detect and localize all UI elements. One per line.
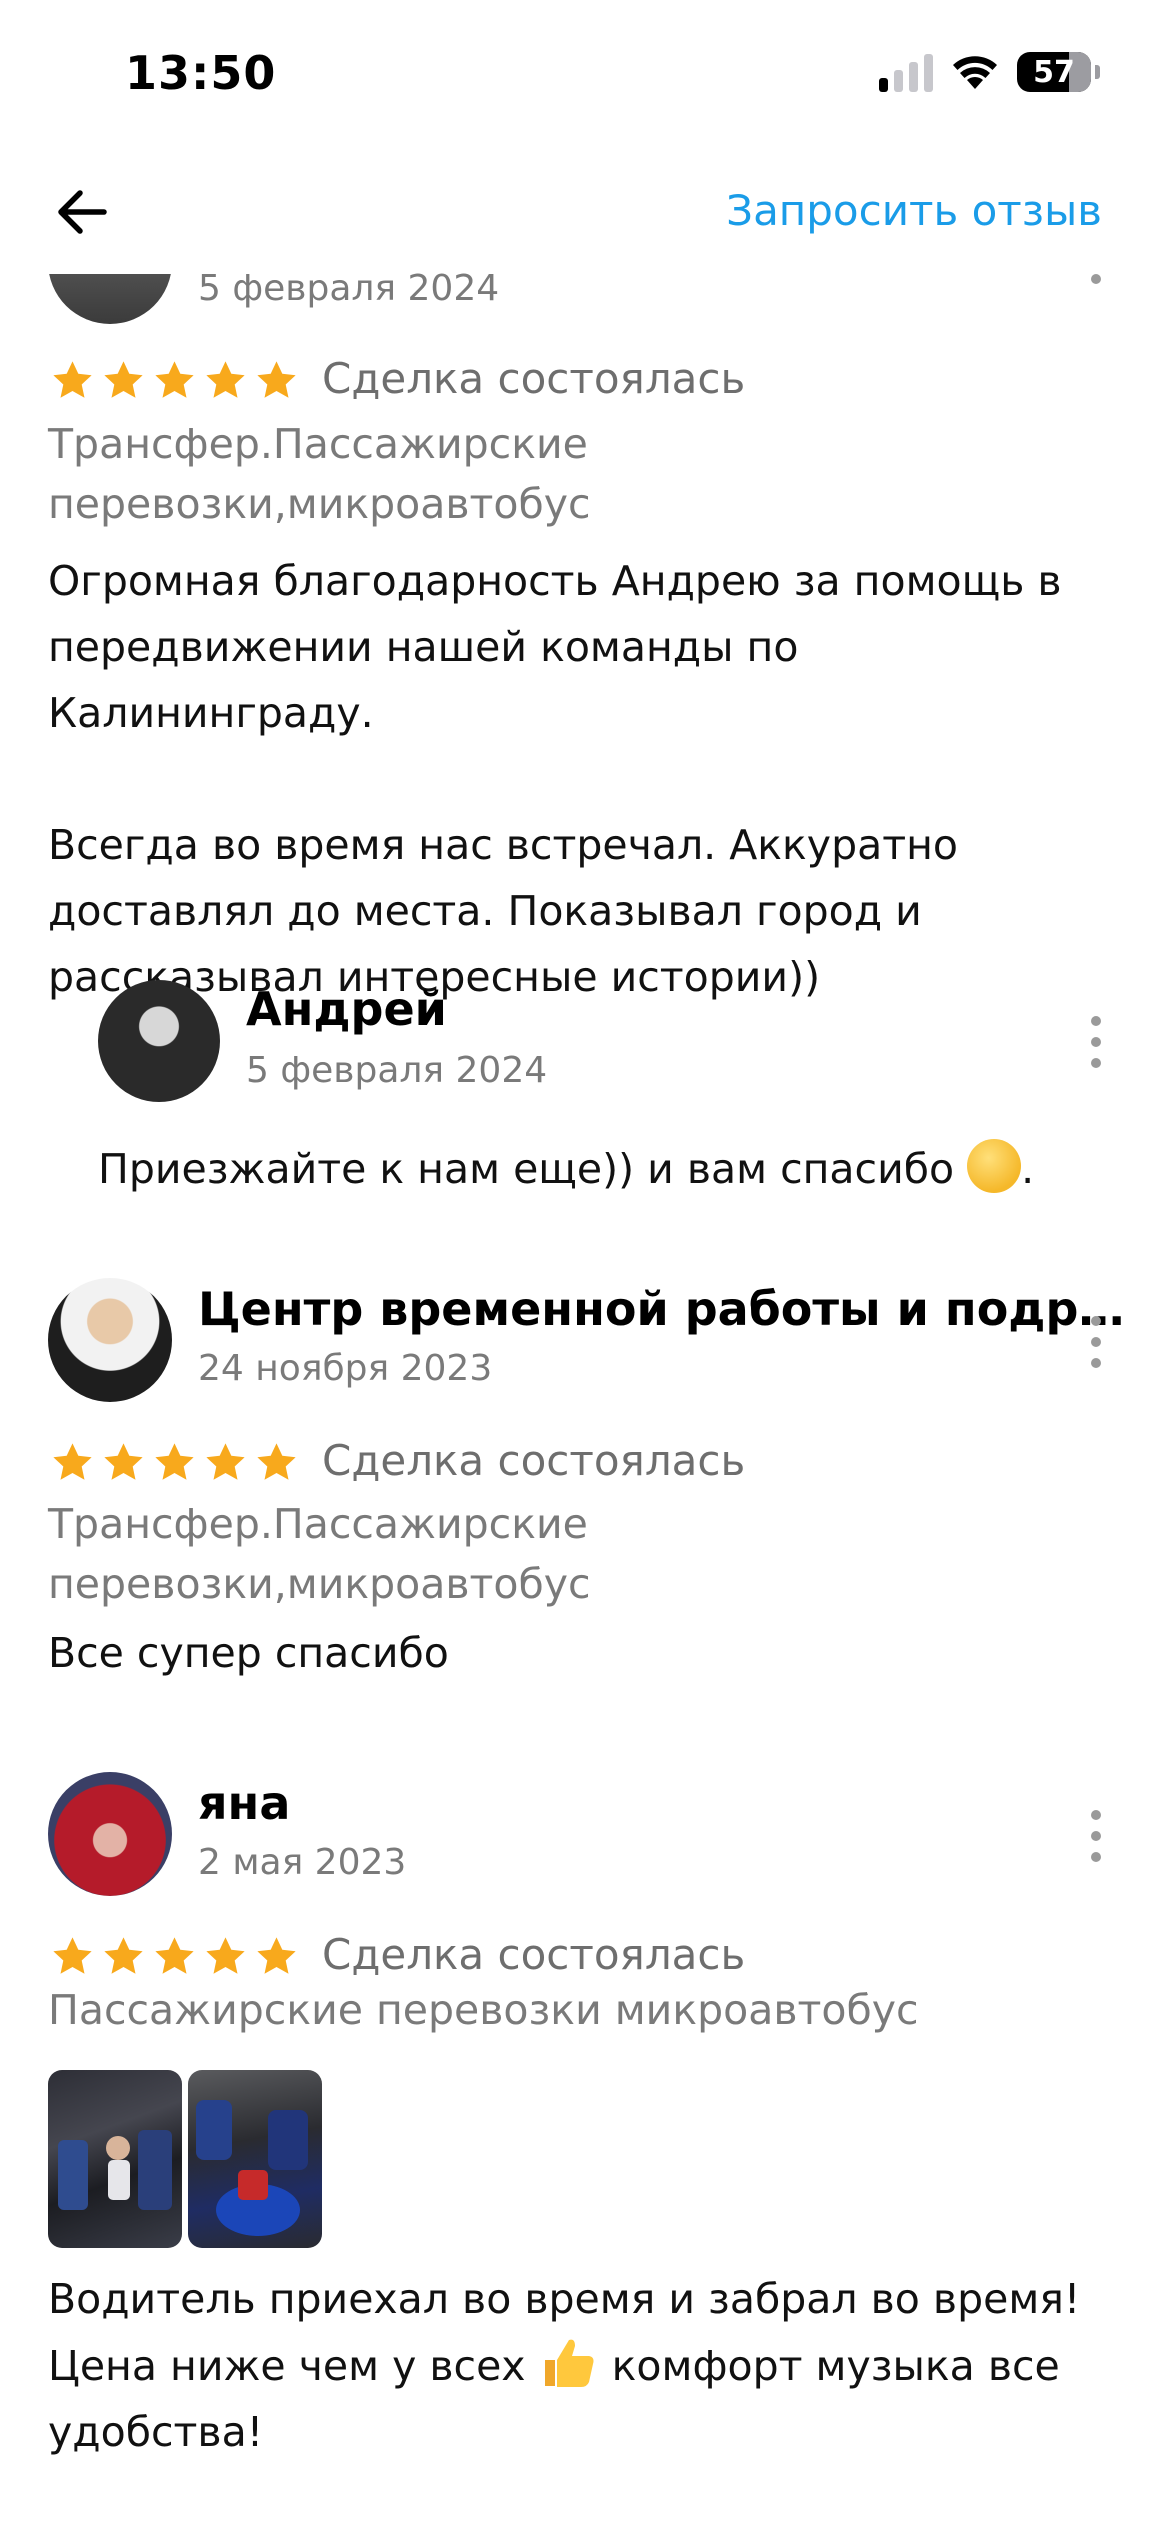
- thumbs-up-icon: [544, 2339, 594, 2387]
- review-category: Пассажирские перевозки микроавтобус: [48, 1986, 919, 2034]
- avatar[interactable]: [48, 1278, 172, 1402]
- review-photo[interactable]: [48, 2070, 182, 2248]
- review-date: 24 ноября 2023: [198, 1348, 493, 1389]
- back-arrow-icon[interactable]: [52, 182, 112, 242]
- avatar[interactable]: [48, 1772, 172, 1896]
- review-category: Трансфер.Пассажирские перевозки,микроавт…: [48, 420, 591, 528]
- reviewer-name[interactable]: яна: [198, 1776, 290, 1830]
- battery-level: 57: [1033, 54, 1075, 90]
- smiling-emoji-icon: [967, 1139, 1022, 1193]
- more-options-icon[interactable]: [1090, 272, 1102, 284]
- deal-status: Сделка состоялась: [322, 354, 746, 403]
- review-text-line: Цена ниже чем у всех комфорт музыка все: [48, 2332, 1138, 2399]
- battery-icon: 57: [1017, 52, 1091, 92]
- reply-author-name[interactable]: Андрей: [246, 982, 447, 1036]
- deal-status: Сделка состоялась: [322, 1930, 746, 1979]
- more-options-icon[interactable]: [1090, 1810, 1102, 1862]
- review-category: Трансфер.Пассажирские перевозки,микроавт…: [48, 1500, 591, 1608]
- signal-icon: [879, 52, 933, 92]
- review-text: Водитель приехал во время и забрал во вр…: [48, 2266, 1138, 2465]
- reviewer-name[interactable]: Центр временной работы и подр…: [198, 1282, 1124, 1336]
- review-date: 2 мая 2023: [198, 1842, 407, 1883]
- reply-date: 5 февраля 2024: [246, 1050, 548, 1091]
- reply-text: Приезжайте к нам еще)) и вам спасибо .: [98, 1136, 1034, 1202]
- rating-stars: [50, 1934, 299, 1979]
- request-review-button[interactable]: Запросить отзыв: [726, 186, 1102, 235]
- reply-avatar[interactable]: [98, 980, 220, 1102]
- wifi-icon: [953, 56, 997, 89]
- reply-text-content: Приезжайте к нам еще)) и вам спасибо: [98, 1145, 955, 1193]
- rating-stars: [50, 358, 299, 403]
- review-text: Огромная благодарность Андрею за помощь …: [48, 557, 1062, 1001]
- deal-status: Сделка состоялась: [322, 1436, 746, 1485]
- more-options-icon[interactable]: [1090, 1316, 1102, 1368]
- review-text: Все супер спасибо: [48, 1629, 449, 1677]
- nav-bar: Запросить отзыв: [0, 160, 1170, 260]
- more-options-icon[interactable]: [1090, 1016, 1102, 1068]
- review-text-line: Водитель приехал во время и забрал во вр…: [48, 2275, 1081, 2323]
- rating-stars: [50, 1440, 299, 1485]
- status-time: 13:50: [125, 46, 277, 100]
- review-text-line: удобства!: [48, 2408, 264, 2456]
- status-icons: 57: [879, 52, 1100, 92]
- review-photo[interactable]: [188, 2070, 322, 2248]
- review-date: 5 февраля 2024: [198, 268, 500, 309]
